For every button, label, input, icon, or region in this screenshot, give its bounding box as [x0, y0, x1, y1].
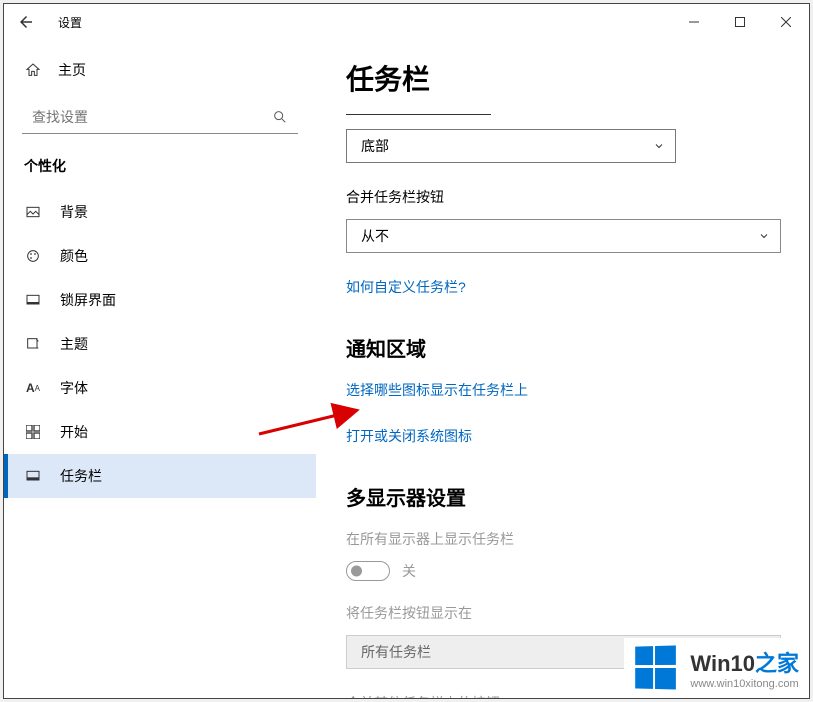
font-icon: AA	[24, 379, 42, 397]
system-icons-link[interactable]: 打开或关闭系统图标	[346, 426, 472, 446]
titlebar: 设置	[4, 4, 809, 40]
search-wrap	[22, 100, 298, 134]
taskbar-icon	[24, 467, 42, 485]
sidebar-item-label: 锁屏界面	[60, 290, 116, 310]
chevron-down-icon	[758, 230, 770, 242]
settings-window: 设置 主页	[3, 3, 810, 699]
close-button[interactable]	[763, 6, 809, 38]
sidebar: 主页 个性化 背景 颜色 锁屏界面	[4, 40, 316, 698]
sidebar-item-label: 开始	[60, 422, 88, 442]
multi-display-show-label: 在所有显示器上显示任务栏	[346, 529, 779, 549]
lockscreen-icon	[24, 291, 42, 309]
sidebar-item-background[interactable]: 背景	[4, 190, 316, 234]
minimize-button[interactable]	[671, 6, 717, 38]
arrow-left-icon	[17, 13, 35, 31]
combine-label: 合并任务栏按钮	[346, 187, 779, 207]
watermark-url: www.win10xitong.com	[690, 678, 799, 690]
multi-display-heading: 多显示器设置	[346, 482, 779, 511]
show-buttons-label: 将任务栏按钮显示在	[346, 603, 779, 623]
sidebar-item-label: 背景	[60, 202, 88, 222]
sidebar-item-fonts[interactable]: AA 字体	[4, 366, 316, 410]
multi-display-toggle-row: 关	[346, 561, 779, 581]
select-value: 底部	[361, 136, 389, 156]
home-icon	[24, 61, 42, 79]
picture-icon	[24, 203, 42, 221]
watermark-title: Win10之家	[690, 646, 799, 678]
home-label: 主页	[58, 60, 86, 80]
window-title: 设置	[58, 14, 82, 31]
maximize-button[interactable]	[717, 6, 763, 38]
sidebar-item-label: 主题	[60, 334, 88, 354]
chevron-down-icon	[653, 140, 665, 152]
search-input[interactable]	[22, 100, 298, 134]
customize-taskbar-link[interactable]: 如何自定义任务栏?	[346, 277, 466, 297]
windows-logo-icon	[636, 645, 679, 690]
sidebar-item-label: 字体	[60, 378, 88, 398]
select-value: 从不	[361, 226, 389, 246]
notification-area-heading: 通知区域	[346, 333, 779, 362]
sidebar-item-label: 任务栏	[60, 466, 102, 486]
cutoff-line	[346, 114, 491, 115]
nav-list: 背景 颜色 锁屏界面 主题 AA 字体	[4, 190, 316, 498]
sidebar-item-themes[interactable]: 主题	[4, 322, 316, 366]
multi-display-toggle[interactable]	[346, 561, 390, 581]
toggle-state-label: 关	[402, 561, 416, 581]
home-link[interactable]: 主页	[4, 50, 316, 90]
themes-icon	[24, 335, 42, 353]
page-title: 任务栏	[346, 58, 779, 98]
maximize-icon	[735, 17, 745, 27]
sidebar-item-taskbar[interactable]: 任务栏	[4, 454, 316, 498]
watermark: Win10之家 www.win10xitong.com	[624, 638, 809, 698]
sidebar-item-lockscreen[interactable]: 锁屏界面	[4, 278, 316, 322]
taskbar-position-select[interactable]: 底部	[346, 129, 676, 163]
minimize-icon	[689, 17, 699, 27]
select-value: 所有任务栏	[361, 642, 431, 662]
toggle-knob	[351, 566, 362, 577]
sidebar-item-label: 颜色	[60, 246, 88, 266]
sidebar-item-colors[interactable]: 颜色	[4, 234, 316, 278]
back-button[interactable]	[12, 8, 40, 36]
combine-select[interactable]: 从不	[346, 219, 781, 253]
category-title: 个性化	[4, 152, 316, 190]
sidebar-item-start[interactable]: 开始	[4, 410, 316, 454]
search-icon	[272, 109, 288, 125]
content-area: 任务栏 底部 合并任务栏按钮 从不 如何自定义任务栏? 通知区域 选择哪些图标显…	[316, 40, 809, 698]
palette-icon	[24, 247, 42, 265]
close-icon	[781, 17, 791, 27]
start-icon	[24, 423, 42, 441]
select-icons-link[interactable]: 选择哪些图标显示在任务栏上	[346, 380, 528, 400]
